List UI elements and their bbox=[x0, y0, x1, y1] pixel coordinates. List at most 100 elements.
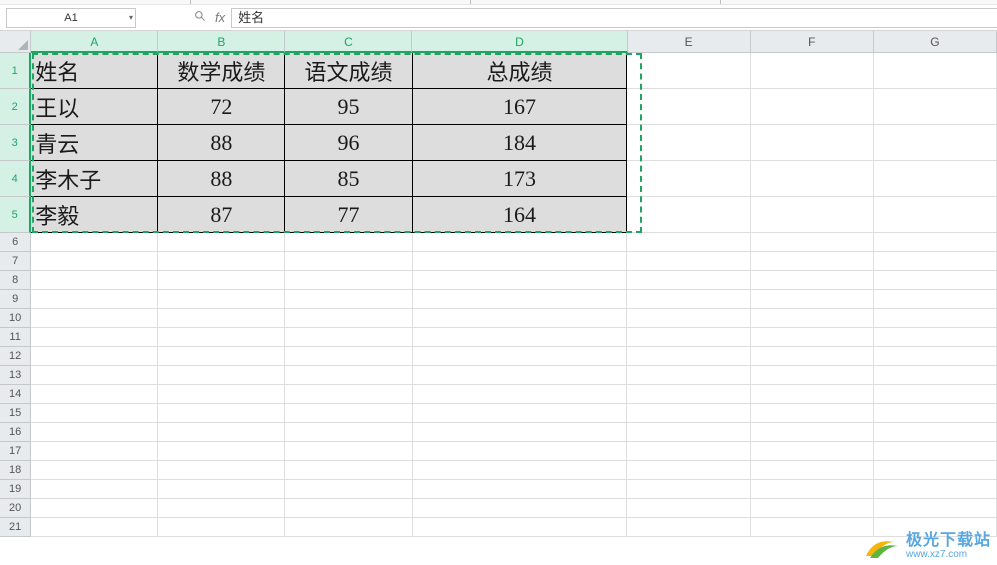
cell-F3[interactable] bbox=[751, 125, 874, 161]
cell-G5[interactable] bbox=[874, 197, 997, 233]
cell[interactable] bbox=[627, 442, 750, 461]
cell[interactable] bbox=[158, 290, 285, 309]
cell[interactable] bbox=[285, 499, 412, 518]
col-header-A[interactable]: A bbox=[31, 31, 158, 53]
cell[interactable] bbox=[31, 404, 158, 423]
cell[interactable] bbox=[627, 385, 750, 404]
cell-F4[interactable] bbox=[751, 161, 874, 197]
cell[interactable] bbox=[874, 404, 997, 423]
row-header-20[interactable]: 20 bbox=[0, 499, 31, 518]
cell[interactable] bbox=[285, 461, 412, 480]
cell[interactable] bbox=[158, 252, 285, 271]
col-header-F[interactable]: F bbox=[751, 31, 874, 53]
cell[interactable] bbox=[285, 290, 412, 309]
row-header-10[interactable]: 10 bbox=[0, 309, 31, 328]
cell[interactable] bbox=[874, 290, 997, 309]
cell[interactable] bbox=[158, 480, 285, 499]
cell[interactable] bbox=[31, 442, 158, 461]
cell[interactable] bbox=[751, 271, 874, 290]
cell[interactable] bbox=[413, 271, 628, 290]
cell[interactable] bbox=[874, 480, 997, 499]
cell[interactable] bbox=[413, 499, 628, 518]
row-header-8[interactable]: 8 bbox=[0, 271, 31, 290]
col-header-E[interactable]: E bbox=[628, 31, 751, 53]
cell[interactable] bbox=[31, 366, 158, 385]
row-header-19[interactable]: 19 bbox=[0, 480, 31, 499]
cell-C2[interactable]: 95 bbox=[285, 89, 412, 125]
row-header-17[interactable]: 17 bbox=[0, 442, 31, 461]
cell-G3[interactable] bbox=[874, 125, 997, 161]
cell-C4[interactable]: 85 bbox=[285, 161, 412, 197]
cell[interactable] bbox=[413, 309, 628, 328]
cell[interactable] bbox=[751, 309, 874, 328]
cell[interactable] bbox=[31, 461, 158, 480]
cell[interactable] bbox=[158, 461, 285, 480]
cell[interactable] bbox=[31, 233, 158, 252]
cell[interactable] bbox=[874, 385, 997, 404]
cell[interactable] bbox=[285, 404, 412, 423]
cell[interactable] bbox=[31, 271, 158, 290]
col-header-G[interactable]: G bbox=[874, 31, 997, 53]
cell[interactable] bbox=[874, 442, 997, 461]
cell[interactable] bbox=[158, 271, 285, 290]
cell[interactable] bbox=[158, 442, 285, 461]
cell-C5[interactable]: 77 bbox=[285, 197, 412, 233]
cell-F2[interactable] bbox=[751, 89, 874, 125]
cell[interactable] bbox=[285, 366, 412, 385]
cell[interactable] bbox=[627, 480, 750, 499]
cell[interactable] bbox=[158, 423, 285, 442]
cell[interactable] bbox=[31, 385, 158, 404]
cell-A2[interactable]: 王以 bbox=[31, 89, 158, 125]
col-header-B[interactable]: B bbox=[158, 31, 285, 53]
row-header-16[interactable]: 16 bbox=[0, 423, 31, 442]
cell[interactable] bbox=[413, 347, 628, 366]
cell-C3[interactable]: 96 bbox=[285, 125, 412, 161]
cell[interactable] bbox=[158, 499, 285, 518]
row-header-12[interactable]: 12 bbox=[0, 347, 31, 366]
cell[interactable] bbox=[627, 309, 750, 328]
cell-D5[interactable]: 164 bbox=[413, 197, 628, 233]
cell-B5[interactable]: 87 bbox=[158, 197, 285, 233]
cell-A5[interactable]: 李毅 bbox=[31, 197, 158, 233]
row-header-14[interactable]: 14 bbox=[0, 385, 31, 404]
cell[interactable] bbox=[751, 461, 874, 480]
cell[interactable] bbox=[285, 385, 412, 404]
cell-F5[interactable] bbox=[751, 197, 874, 233]
cell[interactable] bbox=[413, 385, 628, 404]
cell-B4[interactable]: 88 bbox=[158, 161, 285, 197]
cell[interactable] bbox=[31, 347, 158, 366]
cell[interactable] bbox=[31, 328, 158, 347]
col-header-C[interactable]: C bbox=[285, 31, 412, 53]
col-header-D[interactable]: D bbox=[412, 31, 627, 53]
cell-G4[interactable] bbox=[874, 161, 997, 197]
row-header-11[interactable]: 11 bbox=[0, 328, 31, 347]
row-header-3[interactable]: 3 bbox=[0, 125, 31, 161]
cell[interactable] bbox=[413, 423, 628, 442]
cell[interactable] bbox=[31, 480, 158, 499]
cell[interactable] bbox=[627, 461, 750, 480]
cell[interactable] bbox=[413, 461, 628, 480]
cell[interactable] bbox=[751, 518, 874, 537]
cell-F1[interactable] bbox=[751, 53, 874, 89]
cell-D2[interactable]: 167 bbox=[413, 89, 628, 125]
cell[interactable] bbox=[874, 252, 997, 271]
cell[interactable] bbox=[874, 347, 997, 366]
cell[interactable] bbox=[413, 328, 628, 347]
cell-B1[interactable]: 数学成绩 bbox=[158, 53, 285, 89]
cell-A4[interactable]: 李木子 bbox=[31, 161, 158, 197]
cell[interactable] bbox=[31, 423, 158, 442]
cell[interactable] bbox=[158, 309, 285, 328]
cell[interactable] bbox=[285, 252, 412, 271]
cell[interactable] bbox=[413, 480, 628, 499]
row-header-21[interactable]: 21 bbox=[0, 518, 31, 537]
row-header-2[interactable]: 2 bbox=[0, 89, 31, 125]
cell[interactable] bbox=[285, 347, 412, 366]
cell[interactable] bbox=[413, 252, 628, 271]
cell[interactable] bbox=[413, 442, 628, 461]
cell[interactable] bbox=[751, 347, 874, 366]
cell[interactable] bbox=[285, 309, 412, 328]
cell-E4[interactable] bbox=[627, 161, 750, 197]
cell[interactable] bbox=[158, 385, 285, 404]
cell[interactable] bbox=[627, 233, 750, 252]
cell[interactable] bbox=[413, 366, 628, 385]
